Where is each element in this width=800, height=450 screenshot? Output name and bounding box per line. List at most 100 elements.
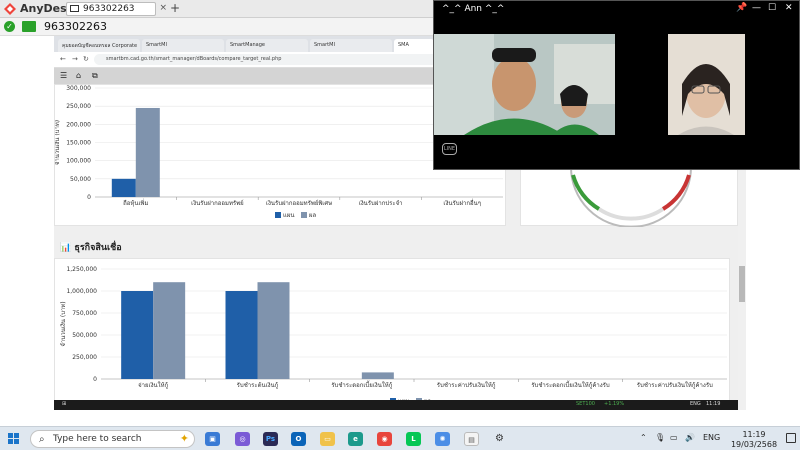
y-tick-label: 150,000 bbox=[66, 140, 91, 147]
x-tick-label: รับชำระค่าปรับเงินให้กู้ bbox=[437, 381, 496, 389]
edge-icon[interactable]: e bbox=[348, 432, 363, 446]
clock[interactable]: 11:19 19/03/2568 bbox=[730, 430, 778, 450]
x-tick-label: เงินรับฝากอื่นๆ bbox=[443, 199, 481, 207]
y-tick-label: 0 bbox=[93, 376, 97, 383]
y-tick-label: 1,250,000 bbox=[66, 266, 97, 273]
loan-chart-card: 0 250,000 500,000 750,000 1,000,000 1,250,000… bbox=[54, 258, 730, 408]
remote-start-icon[interactable]: ⊞ bbox=[62, 401, 66, 407]
network-app-icon[interactable]: ✺ bbox=[435, 432, 450, 446]
y-tick-label: 750,000 bbox=[72, 310, 97, 317]
home-icon[interactable]: ⌂ bbox=[76, 71, 81, 80]
browser-tab-1[interactable]: คุมยอดบัญชีคอนทรอล Corporate bbox=[58, 39, 140, 52]
forward-icon[interactable]: → bbox=[72, 55, 78, 63]
close-icon[interactable]: ✕ bbox=[785, 3, 793, 13]
x-tick-label: จ่ายเงินให้กู้ bbox=[138, 381, 168, 389]
anydesk-logo-icon bbox=[4, 3, 16, 15]
back-icon[interactable]: ← bbox=[60, 55, 66, 63]
file-explorer-icon[interactable]: ▭ bbox=[320, 432, 335, 446]
photoshop-icon[interactable]: Ps bbox=[263, 432, 278, 446]
bar-plan bbox=[111, 178, 136, 197]
document-icon[interactable]: ▤ bbox=[464, 432, 479, 446]
y-tick-label: 300,000 bbox=[66, 85, 91, 92]
minimize-icon[interactable]: — bbox=[752, 3, 761, 13]
remote-set-label: SET100 bbox=[576, 401, 595, 407]
x-tick-label: เงินรับฝากออมทรัพย์พิเศษ bbox=[266, 199, 332, 207]
y-tick-label: 500,000 bbox=[72, 332, 97, 339]
y-tick-label: 250,000 bbox=[66, 103, 91, 110]
y-tick-label: 100,000 bbox=[66, 158, 91, 165]
outlook-icon[interactable]: O bbox=[291, 432, 306, 446]
chrome-icon[interactable]: ◉ bbox=[377, 432, 392, 446]
copilot-spark-icon: ✦ bbox=[179, 432, 189, 445]
y-axis-label: จำนวนเงิน (บาท) bbox=[60, 301, 67, 346]
microphone-icon[interactable]: 🎙 bbox=[655, 433, 665, 442]
y-tick-label: 1,000,000 bbox=[66, 288, 97, 295]
volume-icon[interactable]: 🔊 bbox=[685, 433, 695, 442]
screen-icon[interactable] bbox=[22, 21, 36, 32]
export-icon[interactable]: ⧉ bbox=[92, 71, 98, 81]
pin-icon[interactable]: 📌 bbox=[736, 3, 747, 13]
maximize-icon[interactable]: ☐ bbox=[768, 3, 776, 13]
browser-tab-2[interactable]: SmartMI bbox=[142, 39, 224, 52]
main-video-feed bbox=[434, 34, 615, 135]
x-tick-label: เงินรับฝากออมทรัพย์ bbox=[191, 199, 243, 207]
browser-tab-4[interactable]: SmartMI bbox=[310, 39, 392, 52]
taskbar-search[interactable]: ⌕ Type here to search ✦ bbox=[30, 430, 195, 448]
session-id: 963302263 bbox=[44, 20, 107, 33]
legend-actual-swatch bbox=[301, 212, 307, 218]
copilot-icon[interactable]: ◎ bbox=[235, 432, 250, 446]
bar-plan bbox=[121, 291, 154, 379]
search-placeholder: Type here to search bbox=[53, 434, 142, 444]
y-tick-label: 50,000 bbox=[70, 176, 91, 183]
remote-time: 11:19 bbox=[706, 401, 721, 407]
clock-date: 19/03/2568 bbox=[730, 440, 778, 449]
video-call-window[interactable]: ^_^ Ann ^_^ 📌 — ☐ ✕ LINE bbox=[433, 0, 800, 170]
start-icon[interactable] bbox=[8, 433, 20, 445]
session-tab[interactable]: 963302263 × bbox=[66, 2, 167, 16]
windows-taskbar: ⌕ Type here to search ✦ ▣ ◎ Ps O ▭ e ◉ L… bbox=[0, 426, 800, 450]
search-icon: ⌕ bbox=[39, 434, 45, 445]
new-tab-icon[interactable]: + bbox=[170, 1, 180, 15]
x-tick-label: รับชำระดอกเบี้ยเงินให้กู้ค้างรับ bbox=[531, 379, 610, 389]
network-icon[interactable]: ▭ bbox=[670, 433, 678, 442]
x-tick-label: รับชำระดอกเบี้ยเงินให้กู้ bbox=[331, 379, 392, 389]
menu-icon[interactable]: ☰ bbox=[60, 71, 67, 80]
browser-tab-3[interactable]: SmartManage bbox=[226, 39, 308, 52]
remote-set-change: +1.19% bbox=[604, 401, 625, 407]
clock-time: 11:19 bbox=[742, 430, 766, 439]
task-view-icon[interactable]: ▣ bbox=[205, 432, 220, 446]
x-tick-label: รับชำระต้นเงินกู้ bbox=[237, 382, 279, 389]
line-logo-icon: LINE bbox=[442, 143, 457, 155]
bar-plan bbox=[225, 291, 258, 379]
y-tick-label: 0 bbox=[87, 194, 91, 201]
legend-plan-label: แผน bbox=[283, 212, 294, 219]
bar-actual bbox=[257, 282, 290, 379]
video-call-title: ^_^ Ann ^_^ bbox=[442, 4, 505, 14]
browser-tab-5[interactable]: SMA bbox=[394, 39, 434, 52]
legend-plan-swatch bbox=[275, 212, 281, 218]
line-app-icon[interactable]: L bbox=[406, 432, 421, 446]
settings-gear-icon[interactable]: ⚙ bbox=[492, 432, 507, 446]
session-tab-label: 963302263 bbox=[83, 4, 135, 14]
y-axis-label: จำนวนเงิน (บาท) bbox=[55, 120, 61, 165]
x-tick-label: ถือหุ้นเพิ่ม bbox=[123, 199, 149, 207]
language-indicator[interactable]: ENG bbox=[703, 433, 720, 442]
remote-lang: ENG bbox=[690, 401, 701, 407]
notification-icon[interactable] bbox=[786, 433, 796, 443]
remote-taskbar: ⊞ SET100 +1.19% ENG 11:19 bbox=[54, 400, 746, 410]
tray-chevron-icon[interactable]: ⌃ bbox=[640, 433, 647, 442]
reload-icon[interactable]: ↻ bbox=[83, 55, 89, 63]
x-tick-label: รับชำระค่าปรับเงินให้กู้ค้างรับ bbox=[637, 381, 713, 389]
loan-section-title: ธุรกิจสินเชื่อ bbox=[74, 243, 122, 253]
y-tick-label: 250,000 bbox=[72, 354, 97, 361]
bar-actual bbox=[361, 372, 394, 379]
url-text: smartbm.cad.go.th/smart_manager/dBoards/… bbox=[106, 56, 282, 62]
legend-actual-label: ผล bbox=[309, 212, 317, 219]
bar-chart-icon: 📊 bbox=[60, 243, 72, 253]
bar-actual bbox=[135, 107, 160, 197]
close-tab-icon[interactable]: × bbox=[159, 3, 167, 13]
side-video-feed bbox=[668, 34, 745, 135]
loan-section-header: 📊 ธุรกิจสินเชื่อ bbox=[60, 240, 122, 254]
y-tick-label: 200,000 bbox=[66, 121, 91, 128]
scrollbar-thumb[interactable] bbox=[739, 266, 745, 302]
